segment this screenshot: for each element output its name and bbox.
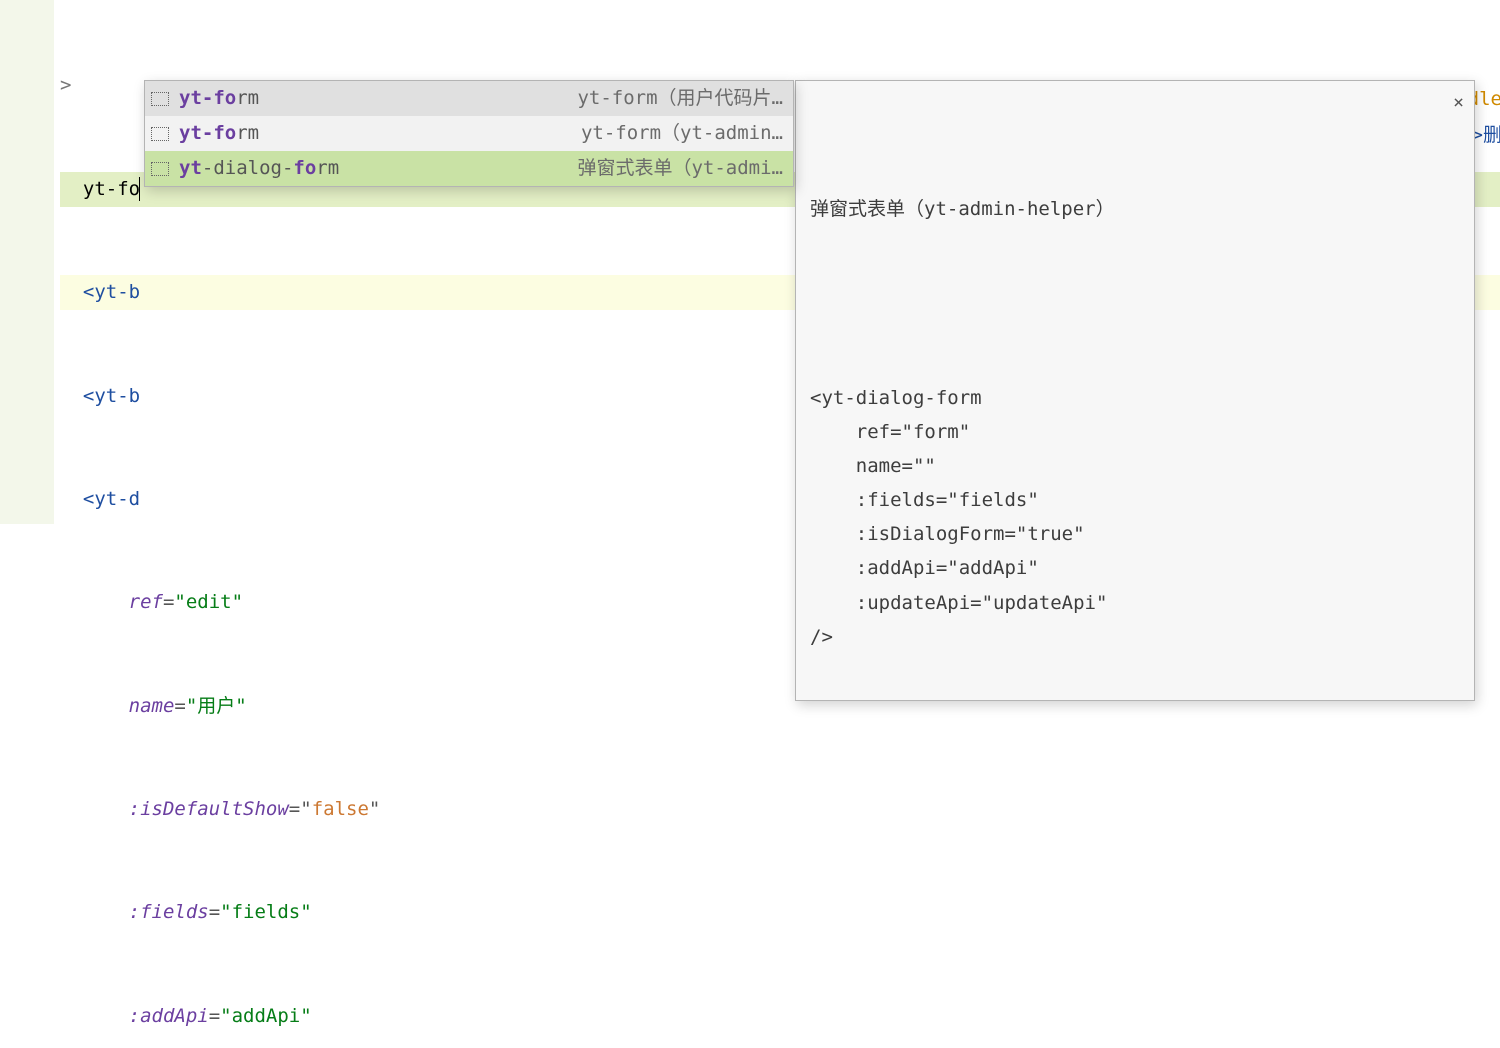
doc-body: <yt-dialog-form ref="form" name="" :fiel… — [810, 381, 1460, 655]
autocomplete-label: yt-dialog-form — [179, 151, 339, 185]
close-icon[interactable]: × — [1453, 87, 1464, 119]
snippet-icon — [151, 92, 169, 106]
attr-name: ref — [129, 591, 163, 613]
attr-name: name — [129, 695, 175, 717]
attr-name: :isDefaultShow — [129, 798, 289, 820]
autocomplete-detail: yt-form（用户代码片… — [577, 81, 783, 115]
tag-open: <yt-b — [83, 281, 140, 303]
attr-name: :addApi — [129, 1005, 209, 1027]
snippet-icon — [151, 127, 169, 141]
autocomplete-detail: yt-form（yt-admin… — [581, 116, 783, 150]
attr-value: "edit" — [174, 591, 243, 613]
autocomplete-item[interactable]: yt-form yt-form（用户代码片… — [145, 81, 793, 116]
prompt-chevron: > — [60, 74, 71, 96]
documentation-popup: × 弹窗式表单（yt-admin-helper） <yt-dialog-form… — [795, 80, 1475, 701]
attr-value: "用户" — [186, 695, 247, 717]
code-line: :fields="fields" — [60, 895, 1500, 930]
tag-open: <yt-b — [83, 385, 140, 407]
autocomplete-detail: 弹窗式表单（yt-admi… — [577, 151, 783, 185]
typed-text: yt-fo — [83, 178, 140, 200]
autocomplete-label: yt-form — [179, 81, 259, 115]
text-caret — [139, 177, 140, 201]
attr-name: :fields — [129, 901, 209, 923]
attr-value: "fields" — [220, 901, 312, 923]
tag-open: <yt-d — [83, 488, 140, 510]
code-line: :isDefaultShow="false" — [60, 792, 1500, 827]
doc-title: 弹窗式表单（yt-admin-helper） — [810, 192, 1460, 226]
attr-value: false — [312, 798, 369, 820]
bg-hint-tag: >删 — [1472, 118, 1500, 152]
autocomplete-item[interactable]: yt-form yt-form（yt-admin… — [145, 116, 793, 151]
attr-value: "addApi" — [220, 1005, 312, 1027]
snippet-icon — [151, 162, 169, 176]
code-line: :addApi="addApi" — [60, 999, 1500, 1034]
autocomplete-item-selected[interactable]: yt-dialog-form 弹窗式表单（yt-admi… — [145, 151, 793, 186]
autocomplete-popup[interactable]: yt-form yt-form（用户代码片… yt-form yt-form（y… — [144, 80, 794, 187]
autocomplete-label: yt-form — [179, 116, 259, 150]
